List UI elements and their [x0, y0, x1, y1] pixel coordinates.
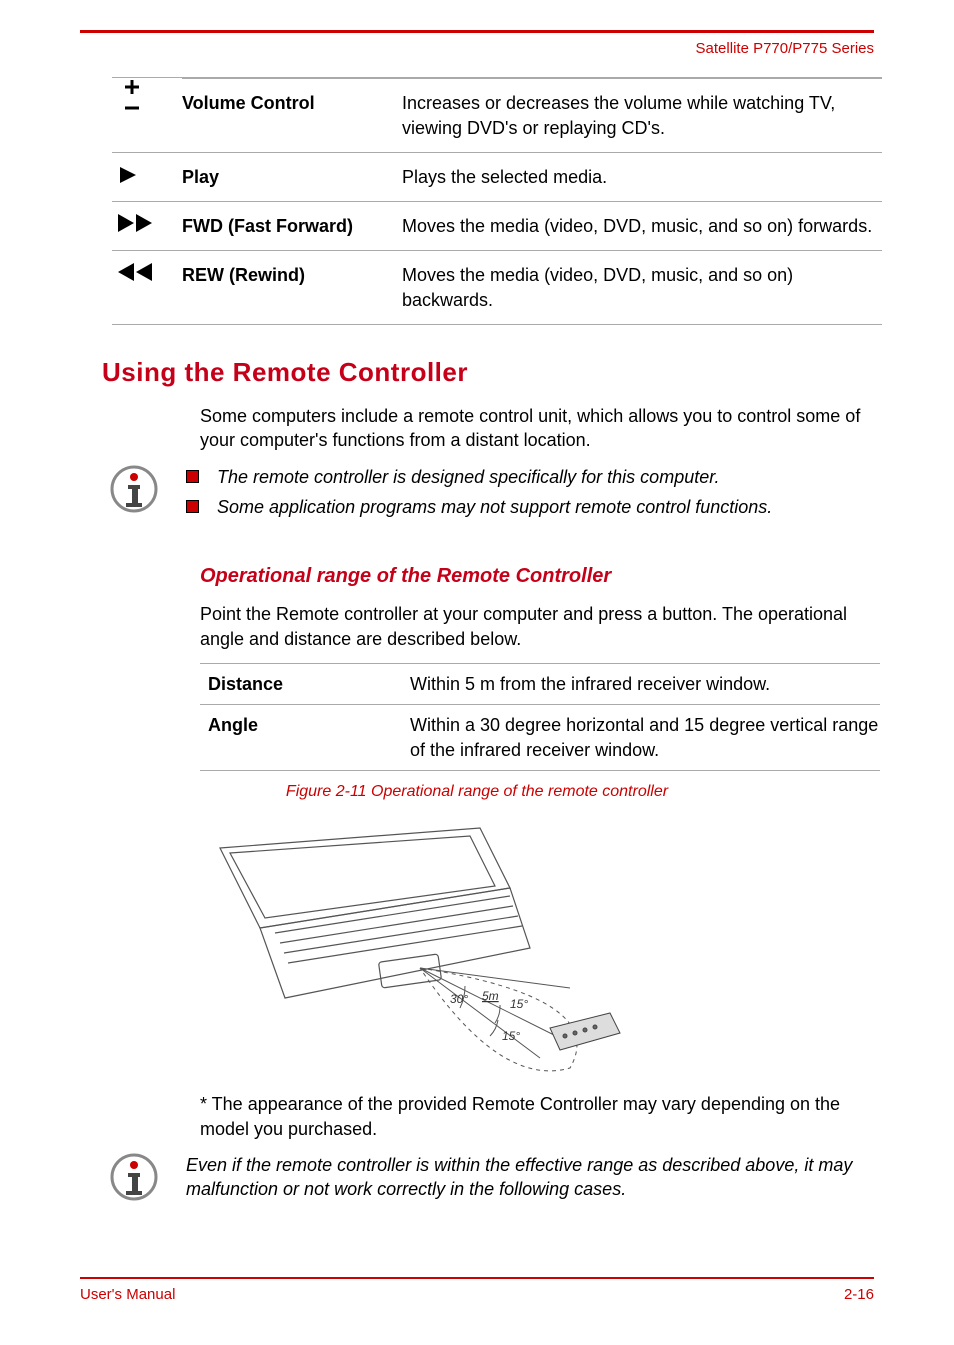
note-text: Even if the remote controller is within …	[186, 1153, 874, 1202]
rewind-icon	[112, 263, 182, 281]
note-list: The remote controller is designed specif…	[186, 465, 874, 526]
fast-forward-icon	[112, 214, 182, 232]
footer-left: User's Manual	[80, 1285, 175, 1305]
info-icon	[110, 465, 158, 513]
table-row: Play Plays the selected media.	[112, 153, 882, 202]
control-label: REW (Rewind)	[182, 263, 402, 287]
figure-label-30: 30°	[450, 992, 468, 1006]
figure-label-5m: 5m	[482, 989, 499, 1003]
footer-right: 2-16	[844, 1285, 874, 1305]
section-heading: Using the Remote Controller	[102, 355, 874, 390]
list-item: Some application programs may not suppor…	[186, 495, 874, 519]
note-text: Some application programs may not suppor…	[217, 495, 772, 519]
table-row: FWD (Fast Forward) Moves the media (vide…	[112, 202, 882, 251]
note-text: The remote controller is designed specif…	[217, 465, 720, 489]
spec-value: Within 5 m from the infrared receiver wi…	[410, 672, 880, 696]
table-row: Angle Within a 30 degree horizontal and …	[200, 704, 880, 771]
figure-label-15b: 15°	[502, 1029, 520, 1043]
figure-illustration: 30° 5m 15° 15°	[200, 808, 640, 1088]
control-label: Volume Control	[182, 91, 402, 140]
header-rule	[80, 30, 874, 33]
figure-footnote: * The appearance of the provided Remote …	[200, 1092, 874, 1141]
table-row: REW (Rewind) Moves the media (video, DVD…	[112, 251, 882, 325]
controls-table: Volume Control Increases or decreases th…	[112, 77, 882, 325]
table-row: Volume Control Increases or decreases th…	[112, 77, 882, 153]
subsection-intro: Point the Remote controller at your comp…	[200, 602, 874, 651]
figure-label-15a: 15°	[510, 997, 528, 1011]
spec-table: Distance Within 5 m from the infrared re…	[200, 663, 880, 771]
spec-value: Within a 30 degree horizontal and 15 deg…	[410, 713, 880, 762]
control-label: Play	[182, 165, 402, 189]
figure-caption: Figure 2-11 Operational range of the rem…	[80, 781, 874, 803]
note-block: Even if the remote controller is within …	[110, 1153, 874, 1202]
footer-rule	[80, 1277, 874, 1279]
control-label: FWD (Fast Forward)	[182, 214, 402, 238]
bullet-icon	[186, 500, 199, 513]
control-desc: Moves the media (video, DVD, music, and …	[402, 214, 882, 238]
header-model: Satellite P770/P775 Series	[80, 39, 874, 59]
table-row: Distance Within 5 m from the infrared re…	[200, 663, 880, 704]
list-item: The remote controller is designed specif…	[186, 465, 874, 489]
spec-label: Angle	[200, 713, 410, 762]
info-icon	[110, 1153, 158, 1201]
control-desc: Plays the selected media.	[402, 165, 882, 189]
bullet-icon	[186, 470, 199, 483]
volume-icon	[112, 78, 182, 118]
subsection-heading: Operational range of the Remote Controll…	[200, 563, 874, 590]
control-desc: Moves the media (video, DVD, music, and …	[402, 263, 882, 312]
control-desc: Increases or decreases the volume while …	[402, 91, 882, 140]
section-intro: Some computers include a remote control …	[200, 404, 874, 453]
spec-label: Distance	[200, 672, 410, 696]
play-icon	[112, 165, 182, 185]
page-footer: User's Manual 2-16	[80, 1277, 874, 1305]
note-block: The remote controller is designed specif…	[110, 465, 874, 526]
